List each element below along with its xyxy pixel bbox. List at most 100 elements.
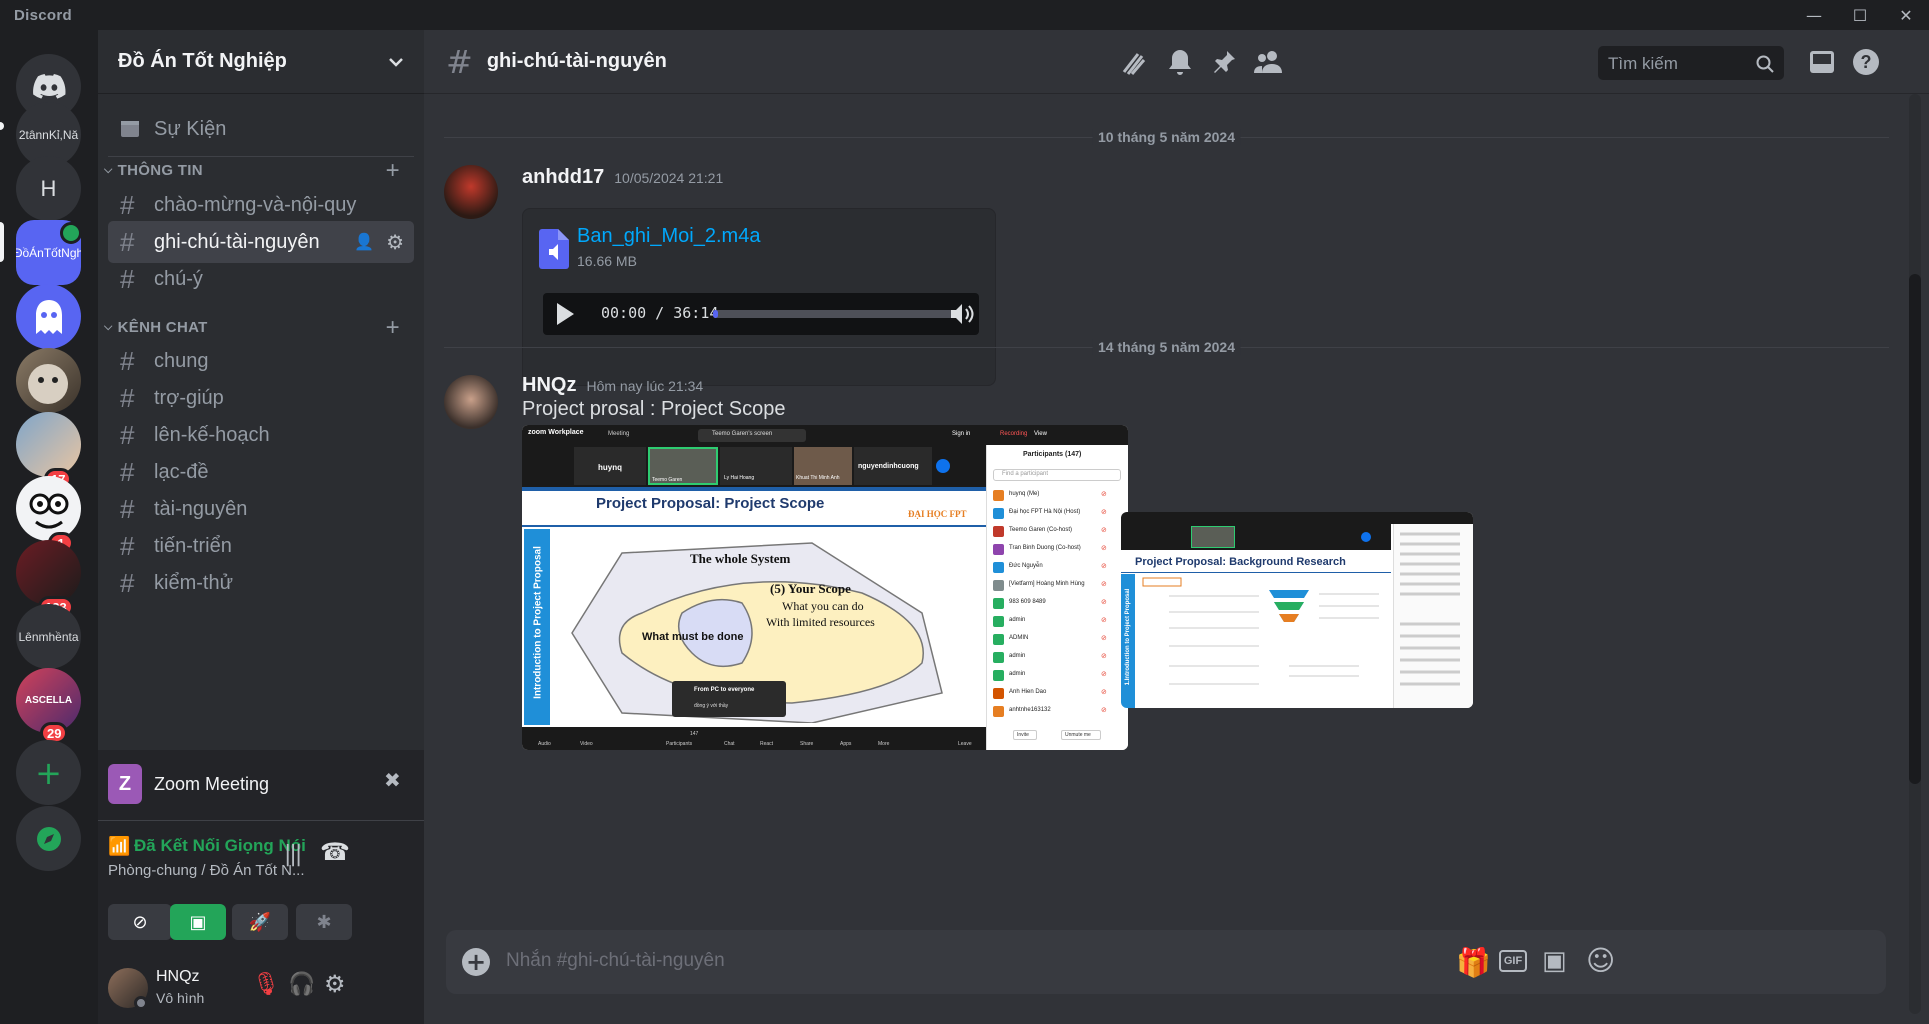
message-text: Project prosal : Project Scope	[522, 398, 786, 420]
add-channel-icon[interactable]: +	[386, 157, 400, 185]
sticker-icon[interactable]: ▣	[1542, 946, 1567, 976]
volume-icon[interactable]	[949, 302, 975, 326]
search-input[interactable]: Tìm kiếm	[1598, 46, 1784, 80]
muted-mic-icon: ⊘	[1101, 706, 1107, 714]
user-settings-icon[interactable]: ⚙	[324, 970, 346, 998]
inbox-icon[interactable]	[1806, 46, 1838, 78]
stop-activity-icon[interactable]: ✖	[384, 768, 401, 792]
server-header[interactable]: Đồ Án Tốt Nghiệp	[98, 30, 424, 94]
server-icon[interactable]	[16, 284, 81, 349]
server-icon[interactable]: H	[16, 156, 81, 221]
zoom-tool: Participants	[666, 741, 693, 747]
help-icon[interactable]: ?	[1850, 46, 1882, 78]
server-avatar[interactable]	[16, 412, 81, 477]
user-name[interactable]: HNQz	[156, 968, 200, 986]
play-icon[interactable]	[555, 302, 575, 326]
close-button[interactable]: ✕	[1883, 0, 1929, 30]
participant-row: huynq (Me) ⊘	[993, 489, 1123, 503]
minimize-button[interactable]: —	[1791, 0, 1837, 30]
participant-name: admin	[1009, 671, 1026, 677]
events-item[interactable]: Sự Kiện	[108, 108, 414, 150]
participant-avatar	[993, 562, 1004, 573]
video-strip	[1121, 524, 1391, 550]
server-avatar[interactable]	[16, 476, 81, 541]
tile-name: Khuat Thi Minh Anh	[796, 475, 840, 481]
author-name[interactable]: anhdd17	[522, 166, 604, 189]
emoji-icon[interactable]: ☺	[1586, 944, 1615, 977]
zoom-brand: zoom Workplace	[528, 429, 584, 436]
channel-item[interactable]: # tiến-triển	[108, 525, 414, 567]
discover-button[interactable]	[16, 806, 81, 871]
voice-status[interactable]: Đã Kết Nối Giọng Nói	[134, 836, 306, 856]
deafened-icon[interactable]: 🎧	[288, 972, 315, 997]
mic-muted-icon[interactable]: 🎙	[252, 972, 280, 997]
attach-plus-icon[interactable]: +	[462, 948, 490, 976]
channel-item[interactable]: # chung	[108, 340, 414, 382]
message-input[interactable]: Nhắn #ghi-chú-tài-nguyên	[506, 950, 725, 972]
hash-icon: #	[120, 226, 135, 257]
category-thong-tin[interactable]: ⌵ THÔNG TIN +	[104, 157, 414, 184]
chat-popup: From PC to everyone đồng ý với thầy	[672, 681, 786, 717]
zoom-tool: Chat	[724, 741, 735, 747]
maximize-button[interactable]: ☐	[1837, 0, 1883, 30]
status-invisible-icon	[134, 996, 148, 1010]
channel-item[interactable]: # trợ-giúp	[108, 377, 414, 419]
participant-avatar	[993, 616, 1004, 627]
add-channel-icon[interactable]: +	[386, 314, 400, 342]
meme-face-icon	[29, 493, 69, 529]
participant-avatar	[993, 490, 1004, 501]
camera-button[interactable]: ⊘	[108, 904, 172, 940]
zoom-tool: Audio	[538, 741, 551, 747]
channel-item-active[interactable]: # ghi-chú-tài-nguyên 👤 ⚙	[108, 221, 414, 263]
channel-item[interactable]: # kiểm-thử	[108, 562, 414, 604]
activity-button[interactable]: 🚀	[232, 904, 288, 940]
disconnect-icon[interactable]: ☎	[320, 838, 350, 866]
channel-item[interactable]: # chú-ý	[108, 258, 414, 300]
participant-row: 983 609 8489 ⊘	[993, 597, 1123, 611]
slide-side-text: 1.Introduction to Project Proposal	[1125, 588, 1131, 686]
author-avatar[interactable]	[444, 165, 498, 219]
channel-item[interactable]: # lên-kế-hoạch	[108, 414, 414, 456]
gear-icon[interactable]: ⚙	[386, 230, 404, 255]
threads-icon[interactable]	[1118, 46, 1150, 78]
category-kenh-chat[interactable]: ⌵ KÊNH CHAT +	[104, 314, 414, 341]
author-avatar[interactable]	[444, 375, 498, 429]
noise-suppression-icon[interactable]: |||	[284, 842, 302, 867]
pin-icon[interactable]	[1208, 46, 1240, 78]
soundboard-button[interactable]: ✱	[296, 904, 352, 940]
screen-share-button[interactable]: ▣	[170, 904, 226, 940]
server-icon[interactable]: Lênmhềnta	[16, 604, 81, 669]
add-server-button[interactable]: +	[16, 740, 81, 805]
gift-icon[interactable]: 🎁	[1456, 946, 1491, 979]
participant-name: 983 609 8489	[1009, 599, 1046, 605]
channel-item[interactable]: # tài-nguyên	[108, 488, 414, 530]
participant-avatar	[993, 706, 1004, 717]
image-attachment[interactable]: Project Proposal: Background Research 1.…	[1121, 512, 1473, 708]
next-icon	[1361, 532, 1371, 542]
bell-icon[interactable]	[1164, 46, 1196, 78]
scrollbar[interactable]	[1909, 94, 1921, 1014]
participant-search: Find a participant	[993, 469, 1121, 481]
voice-location[interactable]: Phòng-chung / Đồ Án Tốt N...	[108, 862, 305, 879]
unmute-label: Unmute me	[1065, 732, 1091, 738]
channel-item[interactable]: # lạc-đề	[108, 451, 414, 493]
author-name[interactable]: HNQz	[522, 374, 576, 397]
participant-name: ADMIN	[1009, 635, 1029, 641]
voice-panel: Z Zoom Meeting ✖ 📶 Đã Kết Nối Giọng Nói …	[98, 750, 424, 964]
gif-button[interactable]: GIF	[1499, 950, 1527, 972]
chevron-down-icon	[389, 57, 403, 67]
image-attachment[interactable]: zoom Workplace Meeting Teemo Garen's scr…	[522, 425, 1128, 750]
message-header: HNQz Hôm nay lúc 21:34	[522, 374, 703, 397]
participant-row: admin ⊘	[993, 651, 1123, 665]
server-avatar[interactable]	[16, 348, 81, 413]
members-icon[interactable]	[1252, 46, 1284, 78]
channel-item[interactable]: # chào-mừng-và-nội-quy	[108, 184, 414, 226]
scrollbar-thumb[interactable]	[1909, 274, 1921, 784]
invite-icon[interactable]: 👤	[354, 232, 374, 252]
muted-mic-icon: ⊘	[1101, 544, 1107, 552]
audio-time: 00:00 / 36:14	[601, 304, 719, 322]
file-name-link[interactable]: Ban_ghi_Moi_2.m4a	[577, 225, 760, 248]
audio-progress-track[interactable]	[713, 310, 961, 318]
server-label: 2tânnKỉ,Nă	[18, 127, 79, 142]
message-header: anhdd17 10/05/2024 21:21	[522, 166, 723, 189]
